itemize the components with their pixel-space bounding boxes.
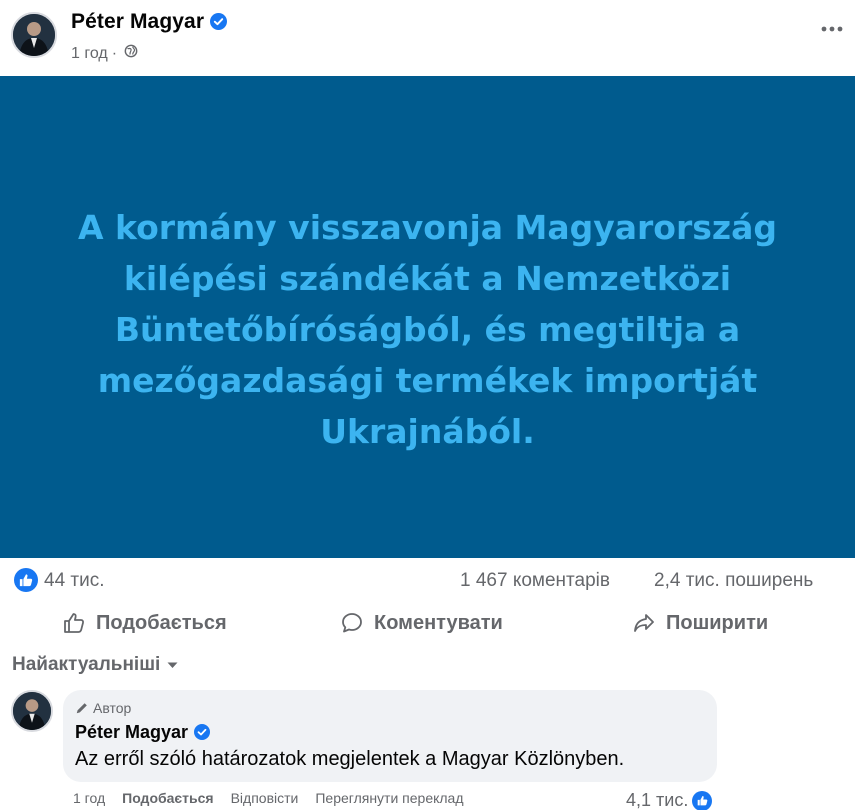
like-button-label: Подобається [96,611,227,634]
comment-like-link[interactable]: Подобається [122,790,213,806]
commenter-avatar[interactable] [11,690,53,732]
comment-sort-dropdown[interactable]: Найактуальніші [12,654,178,676]
post-stats: 44 тис. 1 467 коментарів 2,4 тис. пошире… [0,566,855,596]
like-reaction-icon [692,790,713,810]
more-options-button[interactable] [819,16,845,42]
reaction-count[interactable]: 44 тис. [44,570,105,592]
post-image[interactable]: A kormány visszavonja Magyarország kilép… [0,76,855,558]
thumbs-up-icon [64,613,84,633]
sort-label: Найактуальніші [12,654,161,675]
like-button[interactable]: Подобається [62,606,227,640]
commenter-name-text[interactable]: Péter Magyar [75,722,188,742]
share-button-label: Поширити [666,611,769,634]
author-badge: Автор [75,700,131,716]
post-image-text: A kormány visszavonja Magyarország kilép… [78,207,777,451]
share-count[interactable]: 2,4 тис. поширень [654,570,813,592]
ellipsis-icon [821,26,843,32]
author-badge-label: Автор [93,700,132,716]
comment-reply-link[interactable]: Відповісти [231,790,299,806]
comment-count[interactable]: 1 467 коментарів [460,570,610,592]
post-header: Péter Magyar 1 год · [0,0,855,76]
verified-badge-icon [210,12,228,36]
caret-down-icon [167,662,178,668]
comment-like-count: 4,1 тис. [626,790,689,810]
commenter-name[interactable]: Péter Magyar [75,722,211,745]
comment-button[interactable]: Коментувати [340,606,503,640]
pencil-icon [76,703,87,714]
comment-bubble: Автор Péter Magyar Az erről szóló határo… [63,690,717,782]
meta-separator: · [111,44,118,62]
post-time[interactable]: 1 год [71,45,108,63]
post-actions: Подобається Коментувати Поширити [0,602,855,644]
comment-button-label: Коментувати [374,611,503,634]
share-arrow-icon [634,614,654,632]
comment-time[interactable]: 1 год [73,790,105,806]
comment-footer: 1 год Подобається Відповісти Переглянути… [73,790,464,806]
author-avatar[interactable] [11,12,57,58]
share-button[interactable]: Поширити [632,606,768,640]
author-name-text[interactable]: Péter Magyar [71,10,204,33]
post-meta: 1 год · [71,44,138,63]
comment-translate-link[interactable]: Переглянути переклад [315,790,463,806]
like-reaction-icon[interactable] [14,568,38,592]
globe-icon[interactable] [124,44,138,63]
comment-reactions[interactable]: 4,1 тис. [626,790,713,810]
verified-badge-icon [194,724,211,745]
comment-bubble-icon [342,613,362,633]
author-name[interactable]: Péter Magyar [71,10,228,36]
comment-text: Az erről szóló határozatok megjelentek a… [75,748,625,770]
